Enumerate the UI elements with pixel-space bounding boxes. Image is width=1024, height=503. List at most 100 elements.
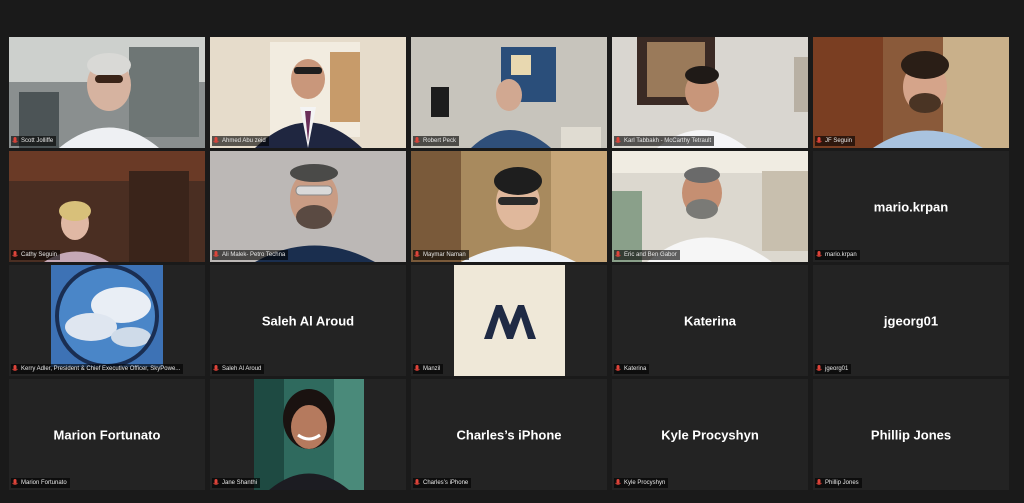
participant-name: Robert Peck [423, 138, 457, 144]
participant-display-name: mario.krpan [873, 199, 949, 214]
participant-name-label: Karl Tabbakh - McCarthy Tetrault [614, 136, 715, 146]
video-tile-karl[interactable]: Karl Tabbakh - McCarthy Tetrault [612, 37, 808, 148]
participant-name: Maymar Naman [423, 252, 466, 258]
video-tile-mario[interactable]: mario.krpan mario.krpan [813, 151, 1009, 262]
participant-video [813, 37, 1009, 148]
participant-name-label: Cathy Seguin [11, 250, 61, 260]
mic-muted-icon [615, 479, 621, 487]
participant-name-label: Jane Shanthi [212, 478, 261, 488]
participant-video [612, 37, 808, 148]
participant-display-name: Saleh Al Aroud [261, 313, 355, 328]
participant-video [9, 151, 205, 262]
mic-muted-icon [12, 251, 18, 259]
participant-name: Karl Tabbakh - McCarthy Tetrault [624, 138, 712, 144]
mic-muted-icon [816, 479, 822, 487]
video-tile-jane[interactable]: Jane Shanthi [210, 379, 406, 490]
video-tile-maymar[interactable]: Maymar Naman [411, 151, 607, 262]
participant-name-label: Scott Jolliffe [11, 136, 57, 146]
participant-name: JF Seguin [825, 138, 853, 144]
mic-muted-icon [615, 137, 621, 145]
mic-muted-icon [615, 251, 621, 259]
participant-name: Jane Shanthi [222, 480, 258, 486]
participant-name: Ali Malek- Petro Techna [222, 252, 286, 258]
participant-name: Kerry Adler, President & Chief Executive… [21, 366, 181, 372]
mic-muted-icon [12, 137, 18, 145]
participant-video [9, 37, 205, 148]
video-tile-kyle[interactable]: Kyle Procyshyn Kyle Procyshyn [612, 379, 808, 490]
participant-name-label: Kerry Adler, President & Chief Executive… [11, 364, 184, 374]
profile-picture [254, 379, 364, 490]
participant-display-name: Kyle Procyshyn [661, 427, 759, 442]
mic-muted-icon [213, 251, 219, 259]
video-tile-saleh[interactable]: Saleh Al Aroud Saleh Al Aroud [210, 265, 406, 376]
participant-video [411, 151, 607, 262]
mic-muted-icon [12, 479, 18, 487]
video-tile-robert[interactable]: Robert Peck [411, 37, 607, 148]
participant-name: Phillip Jones [825, 480, 859, 486]
mic-muted-icon [213, 479, 219, 487]
mic-muted-icon [816, 365, 822, 373]
participant-name-label: Marion Fortunato [11, 478, 70, 488]
participant-name-label: mario.krpan [815, 250, 860, 260]
participant-name: Ahmed Abu zeid [222, 138, 266, 144]
mic-muted-icon [414, 251, 420, 259]
participant-name: Saleh Al Aroud [222, 366, 262, 372]
video-tile-manzil[interactable]: Manzil [411, 265, 607, 376]
participant-name-label: JF Seguin [815, 136, 856, 146]
participant-video [411, 37, 607, 148]
participant-display-name: Marion Fortunato [53, 427, 161, 442]
participant-name-label: Phillip Jones [815, 478, 862, 488]
participant-name-label: Kyle Procyshyn [614, 478, 669, 488]
participant-display-name: Phillip Jones [870, 427, 952, 442]
mic-muted-icon [414, 479, 420, 487]
mic-muted-icon [414, 365, 420, 373]
mic-muted-icon [615, 365, 621, 373]
participant-name-label: Manzil [413, 364, 444, 374]
participant-name: Eric and Ben Gabor [624, 252, 677, 258]
video-tile-marion[interactable]: Marion Fortunato Marion Fortunato [9, 379, 205, 490]
participant-name: Scott Jolliffe [21, 138, 54, 144]
participant-name: Katerina [624, 366, 647, 372]
participant-name: Kyle Procyshyn [624, 480, 666, 486]
video-tile-scott[interactable]: Scott Jolliffe [9, 37, 205, 148]
participant-name: mario.krpan [825, 252, 857, 258]
mic-muted-icon [816, 137, 822, 145]
participant-name: Manzil [423, 366, 441, 372]
video-tile-kerry[interactable]: Kerry Adler, President & Chief Executive… [9, 265, 205, 376]
participant-name-label: Eric and Ben Gabor [614, 250, 680, 260]
manzil-logo [454, 265, 565, 376]
video-tile-katerina[interactable]: Katerina Katerina [612, 265, 808, 376]
video-tile-phillip[interactable]: Phillip Jones Phillip Jones [813, 379, 1009, 490]
participant-name-label: Saleh Al Aroud [212, 364, 265, 374]
participant-name-label: jgeorg01 [815, 364, 852, 374]
participant-name: Cathy Seguin [21, 252, 58, 258]
participant-video [210, 151, 406, 262]
participant-name-label: Robert Peck [413, 136, 460, 146]
participant-video [210, 37, 406, 148]
participant-name: Marion Fortunato [21, 480, 67, 486]
participant-name-label: Maymar Naman [413, 250, 469, 260]
video-tile-jf[interactable]: JF Seguin [813, 37, 1009, 148]
mic-muted-icon [213, 365, 219, 373]
video-tile-cathy[interactable]: Cathy Seguin [9, 151, 205, 262]
video-tile-eric-ben[interactable]: Eric and Ben Gabor [612, 151, 808, 262]
participant-name-label: Katerina [614, 364, 650, 374]
participant-name: Charles’s iPhone [423, 480, 469, 486]
video-tile-ali[interactable]: Ali Malek- Petro Techna [210, 151, 406, 262]
video-tile-charles[interactable]: Charles’s iPhone Charles’s iPhone [411, 379, 607, 490]
video-tile-jgeorg01[interactable]: jgeorg01 jgeorg01 [813, 265, 1009, 376]
video-tile-ahmed[interactable]: Ahmed Abu zeid [210, 37, 406, 148]
participant-video [612, 151, 808, 262]
profile-picture [51, 265, 163, 367]
participant-display-name: Charles’s iPhone [456, 427, 562, 442]
participant-name-label: Ali Malek- Petro Techna [212, 250, 289, 260]
mic-muted-icon [12, 365, 18, 373]
participant-name: jgeorg01 [825, 366, 849, 372]
participant-name-label: Charles’s iPhone [413, 478, 472, 488]
participant-display-name: jgeorg01 [883, 313, 939, 328]
mic-muted-icon [213, 137, 219, 145]
mic-muted-icon [414, 137, 420, 145]
manzil-logo-mark [483, 304, 536, 339]
mic-muted-icon [816, 251, 822, 259]
participant-display-name: Katerina [683, 313, 737, 328]
